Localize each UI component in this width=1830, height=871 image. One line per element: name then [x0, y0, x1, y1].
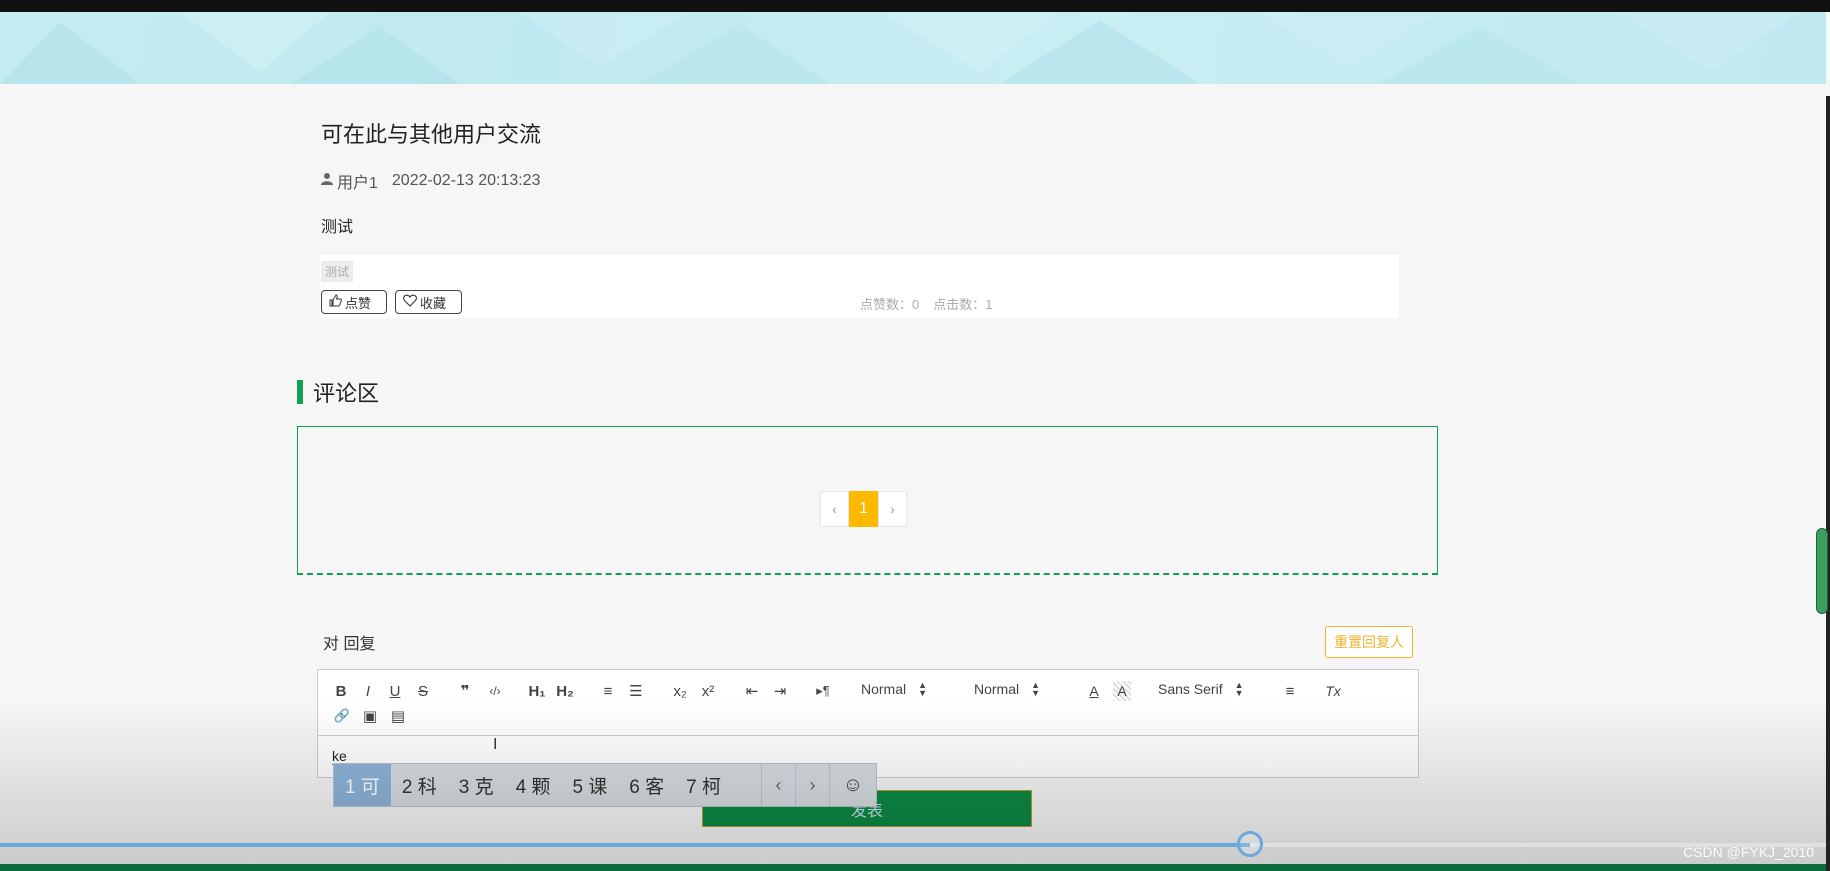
- post-tag[interactable]: 测试: [321, 261, 354, 282]
- text-direction-button[interactable]: ▸¶: [812, 681, 834, 701]
- favorite-button[interactable]: 收藏: [395, 290, 462, 314]
- post-date: 2022-02-13 20:13:23: [391, 172, 541, 189]
- pager-page-1[interactable]: 1: [849, 491, 878, 527]
- browser-top-bar: [0, 0, 1830, 12]
- page-scrollbar-thumb[interactable]: [1816, 528, 1828, 614]
- select-arrows-icon: ▲ ▼: [1234, 680, 1244, 698]
- size-select[interactable]: Normal ▲ ▼: [861, 680, 928, 698]
- outdent-button[interactable]: ⇤: [742, 681, 762, 701]
- ime-candidate[interactable]: 7 柯: [675, 764, 732, 806]
- bold-button[interactable]: B: [332, 681, 350, 701]
- editor-content[interactable]: ke: [332, 748, 347, 765]
- ime-candidate[interactable]: 4 颗: [505, 764, 562, 806]
- underline-button[interactable]: U: [386, 681, 404, 701]
- reset-reply-target-button[interactable]: 重置回复人: [1325, 626, 1413, 658]
- reply-target-label: 对 回复: [323, 636, 376, 653]
- like-label: 点赞: [345, 295, 372, 311]
- heading2-button[interactable]: H₂: [554, 681, 576, 701]
- select-arrows-icon: ▲ ▼: [1031, 680, 1041, 698]
- superscript-button[interactable]: x²: [698, 681, 718, 701]
- ime-candidate[interactable]: 2 科: [391, 764, 448, 806]
- heading1-button[interactable]: H₁: [526, 681, 548, 701]
- user-icon: [321, 172, 333, 190]
- font-select[interactable]: Sans Serif ▲ ▼: [1158, 680, 1244, 698]
- comment-list: ‹ 1 ›: [297, 426, 1438, 575]
- ime-emoji-icon[interactable]: ☺: [829, 764, 876, 806]
- subscript-button[interactable]: x₂: [670, 681, 690, 701]
- ime-prev-page-icon[interactable]: ‹: [761, 764, 795, 806]
- section-accent-bar: [297, 380, 303, 404]
- heart-icon: [403, 294, 417, 310]
- ime-nav: ‹ › ☺: [761, 764, 876, 806]
- post-action-panel: 测试 点赞 收藏 点赞数：0 点击数：1: [320, 255, 1399, 318]
- bottom-bar: [0, 864, 1830, 871]
- ime-candidate[interactable]: 1 可: [334, 764, 391, 806]
- align-button[interactable]: ≡: [1280, 681, 1300, 701]
- blockquote-button[interactable]: ❞: [456, 681, 474, 701]
- header-select[interactable]: Normal ▲ ▼: [974, 680, 1041, 698]
- ime-candidate[interactable]: 5 课: [561, 764, 618, 806]
- background-color-button[interactable]: A: [1113, 681, 1131, 701]
- page-scrollbar[interactable]: [1826, 96, 1830, 871]
- header-select-value: Normal: [974, 681, 1020, 697]
- likes-count: 点赞数：0: [860, 297, 920, 312]
- bullet-list-button[interactable]: ☰: [626, 681, 646, 701]
- font-select-value: Sans Serif: [1158, 681, 1223, 697]
- pager-next-button[interactable]: ›: [878, 491, 907, 527]
- favorite-label: 收藏: [420, 295, 447, 311]
- comments-section-header: 评论区: [297, 376, 379, 408]
- ime-next-page-icon[interactable]: ›: [795, 764, 829, 806]
- header-banner: [0, 12, 1826, 84]
- clean-format-button[interactable]: Tx: [1322, 681, 1344, 701]
- post-meta: 用户1 2022-02-13 20:13:23: [321, 169, 540, 193]
- ime-candidate-bar: 1 可 2 科 3 克 4 颗 5 课 6 客 7 柯 ‹ › ☺: [333, 763, 877, 807]
- select-arrows-icon: ▲ ▼: [918, 680, 928, 698]
- clicks-count: 点击数：1: [933, 297, 993, 312]
- ime-candidate[interactable]: 3 克: [448, 764, 505, 806]
- strike-button[interactable]: S: [414, 681, 432, 701]
- image-button[interactable]: ▣: [360, 706, 380, 726]
- watermark: CSDN @FYKJ_2010: [1683, 844, 1814, 860]
- video-progress-bar[interactable]: [0, 843, 1830, 847]
- text-color-button[interactable]: A: [1085, 681, 1103, 701]
- pager-prev-button[interactable]: ‹: [820, 491, 849, 527]
- code-block-button[interactable]: ‹/›: [484, 681, 506, 701]
- pagination: ‹ 1 ›: [820, 491, 907, 527]
- video-progress-fill: [0, 843, 1250, 847]
- video-button[interactable]: ▤: [388, 706, 408, 726]
- post-title: 可在此与其他用户交流: [321, 122, 542, 147]
- indent-button[interactable]: ⇥: [770, 681, 790, 701]
- post-body: 测试: [321, 219, 354, 236]
- video-progress-handle[interactable]: [1236, 831, 1263, 857]
- thumbs-up-icon: [329, 294, 342, 310]
- text-cursor-icon: Ι: [493, 736, 498, 753]
- ordered-list-button[interactable]: ≡: [598, 681, 618, 701]
- post-author: 用户1: [337, 175, 378, 192]
- size-select-value: Normal: [861, 681, 907, 697]
- link-button[interactable]: 🔗: [332, 706, 352, 726]
- rich-text-editor: B I U S ❞ ‹/› H₁ H₂ ≡ ☰ x₂ x² ⇤ ⇥ ▸¶ Nor…: [317, 669, 1419, 778]
- post-stats: 点赞数：0 点击数：1: [860, 294, 992, 313]
- comments-section-title: 评论区: [313, 381, 380, 406]
- editor-toolbar: B I U S ❞ ‹/› H₁ H₂ ≡ ☰ x₂ x² ⇤ ⇥ ▸¶ Nor…: [318, 670, 1418, 736]
- ime-candidate[interactable]: 6 客: [618, 764, 675, 806]
- like-button[interactable]: 点赞: [321, 290, 387, 314]
- italic-button[interactable]: I: [359, 681, 377, 701]
